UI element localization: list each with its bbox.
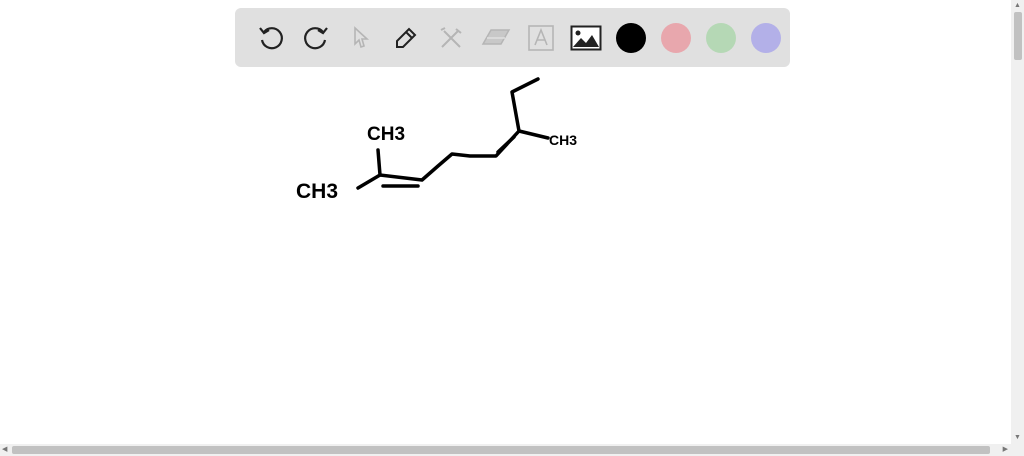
text-button[interactable] xyxy=(518,15,563,60)
color-green[interactable] xyxy=(698,15,743,60)
eraser-icon xyxy=(481,28,510,45)
left-methyl-label: CH3 xyxy=(296,180,338,203)
toolbar xyxy=(235,8,790,67)
cursor-icon xyxy=(353,25,369,48)
tools-button[interactable] xyxy=(428,15,473,60)
tools-icon xyxy=(440,26,462,48)
vertical-scroll-thumb[interactable] xyxy=(1014,12,1022,60)
color-black[interactable] xyxy=(608,15,653,60)
redo-icon xyxy=(303,26,328,49)
right-methyl-label: CH3 xyxy=(549,132,577,148)
horizontal-scrollbar[interactable]: ◀ ▶ xyxy=(0,444,1024,456)
color-swatch-black xyxy=(615,22,646,53)
scroll-left-arrow-icon[interactable]: ◀ xyxy=(2,444,7,456)
image-button[interactable] xyxy=(563,15,608,60)
undo-button[interactable] xyxy=(248,15,293,60)
horizontal-scroll-thumb[interactable] xyxy=(12,446,990,454)
color-swatch-green xyxy=(705,22,736,53)
pen-button[interactable] xyxy=(383,15,428,60)
scroll-up-arrow-icon[interactable]: ▲ xyxy=(1014,0,1021,12)
color-purple[interactable] xyxy=(743,15,788,60)
undo-icon xyxy=(258,26,283,49)
color-swatch-purple xyxy=(750,22,781,53)
scroll-right-arrow-icon[interactable]: ▶ xyxy=(1003,444,1008,456)
text-icon xyxy=(527,24,554,51)
color-swatch-pink xyxy=(660,22,691,53)
eraser-button[interactable] xyxy=(473,15,518,60)
select-button[interactable] xyxy=(338,15,383,60)
top-methyl-label: CH3 xyxy=(367,124,405,145)
image-icon xyxy=(570,25,601,50)
scroll-down-arrow-icon[interactable]: ▼ xyxy=(1014,432,1021,444)
color-pink[interactable] xyxy=(653,15,698,60)
vertical-scrollbar[interactable]: ▲ ▼ xyxy=(1011,0,1024,444)
pencil-icon xyxy=(395,27,416,48)
redo-button[interactable] xyxy=(293,15,338,60)
